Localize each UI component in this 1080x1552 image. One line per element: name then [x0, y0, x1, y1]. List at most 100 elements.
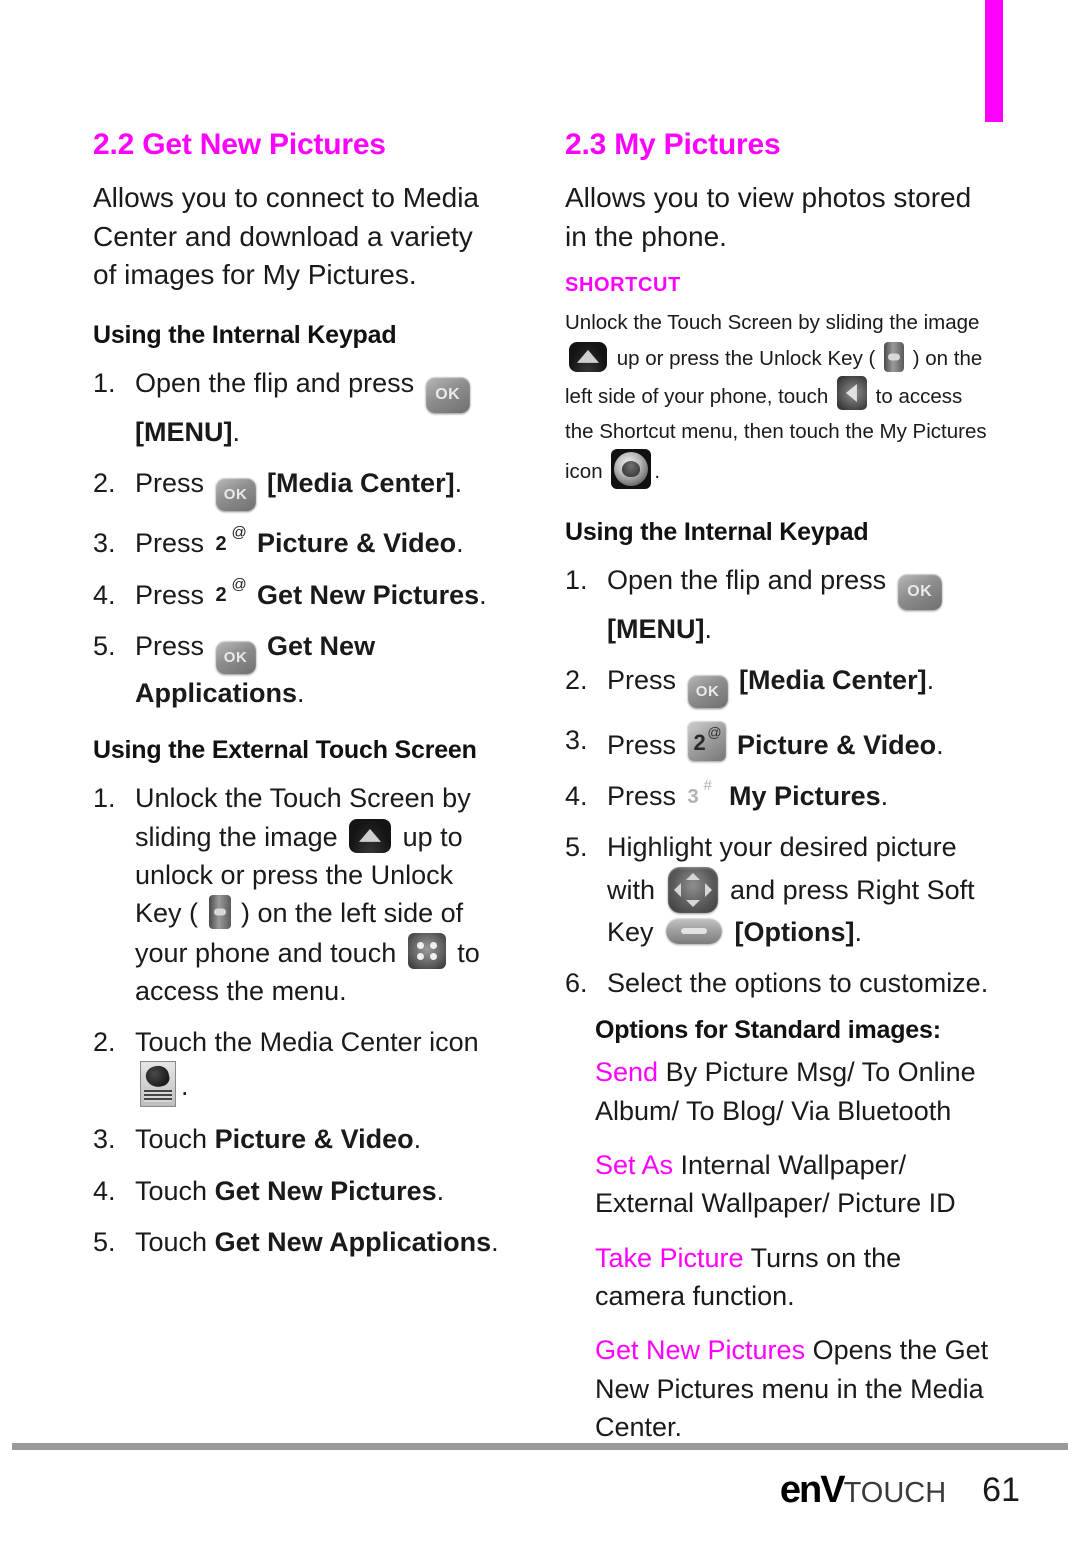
- unlock-key-icon: [208, 895, 231, 930]
- step-text: Press: [135, 528, 212, 559]
- option-item: Send By Picture Msg/ To Online Album/ To…: [565, 1053, 990, 1130]
- step-text: Touch: [135, 1175, 215, 1206]
- step-number: 3.: [93, 528, 116, 559]
- shortcut-text: .: [654, 460, 661, 484]
- subheading-external-touch-screen: Using the External Touch Screen: [93, 736, 477, 765]
- shortcut-paragraph: Unlock the Touch Screen by sliding the i…: [565, 305, 990, 490]
- step-text: Press: [607, 729, 684, 760]
- step-number: 1.: [93, 367, 116, 398]
- step-gap: [732, 665, 740, 695]
- step-item: 5. Press OK Get New Applications.: [93, 627, 501, 712]
- option-key: Get New Pictures: [595, 1335, 806, 1366]
- step-tail: .: [479, 579, 487, 610]
- step-number: 6.: [565, 968, 588, 999]
- step-item: 3. Touch Picture & Video.: [93, 1120, 501, 1158]
- step-tail: .: [854, 916, 863, 947]
- step-tail: .: [704, 613, 712, 644]
- step-bold-text: [MENU]: [135, 416, 233, 447]
- step-number: 5.: [565, 832, 588, 863]
- step-gap: [250, 528, 258, 558]
- page-footer: enV TOUCH 61: [0, 1460, 1080, 1520]
- step-tail: .: [413, 1124, 422, 1155]
- logo-env-text: enV: [779, 1468, 846, 1511]
- step-bold-text: Picture & Video: [737, 729, 937, 760]
- step-item: 2. Press OK [Media Center].: [565, 661, 990, 708]
- step-number: 2.: [565, 664, 588, 695]
- intro-paragraph-2-3: Allows you to view photos stored in the …: [565, 182, 972, 252]
- step-item: 3. Press 2 @ Picture & Video.: [93, 524, 501, 562]
- footer-divider: [12, 1443, 1068, 1450]
- right-column: 2.3 My Pictures Allows you to view photo…: [565, 128, 990, 1462]
- step-bold-text: Get New Applications: [214, 1227, 492, 1258]
- shortcut-text: up or press the Unlock Key (: [611, 346, 882, 370]
- key-2-at-icon: 2 @: [687, 720, 726, 761]
- soft-key-icon: [666, 917, 723, 944]
- env-touch-logo: enV TOUCH: [780, 1469, 946, 1512]
- step-number: 2.: [93, 1027, 116, 1058]
- step-gap: [730, 730, 738, 760]
- step-number: 1.: [93, 783, 116, 814]
- menu-dots-icon: [407, 932, 446, 969]
- step-item: 3. Press 2 @ Picture & Video.: [565, 720, 990, 764]
- step-item: 4. Touch Get New Pictures.: [93, 1172, 501, 1210]
- step-gap: [260, 631, 268, 661]
- step-bold-text: My Pictures: [729, 781, 881, 812]
- ok-key-icon: OK: [897, 573, 942, 610]
- step-text: Press: [607, 781, 684, 812]
- step-number: 4.: [565, 781, 588, 812]
- step-item: 1. Open the flip and press OK [MENU].: [93, 364, 501, 451]
- ok-key-icon: OK: [215, 478, 256, 512]
- step-gap: [250, 580, 258, 610]
- key-3-hash-icon: 3 #: [687, 777, 712, 808]
- step-text: .: [181, 1071, 189, 1102]
- my-pictures-icon: [611, 449, 652, 490]
- step-text: Press: [135, 579, 212, 610]
- step-tail: .: [454, 468, 463, 499]
- step-bold-text: Picture & Video: [257, 528, 457, 559]
- option-key: Send: [595, 1057, 659, 1088]
- ok-key-icon: OK: [425, 376, 470, 413]
- step-tail: .: [436, 1175, 445, 1206]
- step-bold-text: [Media Center]: [739, 664, 927, 695]
- step-number: 4.: [93, 1175, 116, 1206]
- options-heading: Options for Standard images:: [595, 1016, 941, 1045]
- step-tail: .: [880, 781, 889, 812]
- step-number: 1.: [565, 564, 588, 595]
- step-text: Touch the Media Center icon: [135, 1027, 479, 1058]
- step-number: 2.: [93, 468, 116, 499]
- chapter-edge-tab: [985, 0, 1003, 122]
- step-bold-text: Picture & Video: [214, 1124, 414, 1155]
- step-number: 3.: [93, 1124, 116, 1155]
- option-key: Set As: [595, 1150, 674, 1181]
- step-text: Touch: [135, 1227, 215, 1258]
- nav-key-icon: [667, 866, 718, 913]
- step-item: 5. Touch Get New Applications.: [93, 1223, 501, 1261]
- step-bold-text: [MENU]: [607, 613, 705, 644]
- option-item: Take Picture Turns on the camera functio…: [565, 1239, 990, 1316]
- step-text: Select the options to customize.: [607, 968, 989, 999]
- left-column: 2.2 Get New Pictures Allows you to conne…: [93, 128, 501, 1274]
- step-bold-text: Get New Pictures: [214, 1175, 437, 1206]
- media-center-icon: [140, 1061, 176, 1108]
- page-title-2-2: 2.2 Get New Pictures: [93, 128, 386, 161]
- step-text: Press: [135, 630, 212, 661]
- ok-key-icon: OK: [215, 640, 256, 674]
- key-2-at-icon: 2 @: [215, 575, 247, 607]
- step-item: 4. Press 2 @ Get New Pictures.: [93, 576, 501, 614]
- step-number: 5.: [93, 1227, 116, 1258]
- step-bold-text: [Media Center]: [267, 468, 455, 499]
- step-gap: [260, 468, 268, 498]
- step-item: 6. Select the options to customize.: [565, 964, 990, 1002]
- manual-page: 2.2 Get New Pictures Allows you to conne…: [0, 0, 1080, 1552]
- step-tail: .: [232, 416, 240, 447]
- step-bold-text: [Options]: [734, 916, 855, 947]
- step-item: 5. Highlight your desired picture with an…: [565, 828, 990, 951]
- step-tail: .: [936, 729, 944, 760]
- internal-keypad-steps-right: 1. Open the flip and press OK [MENU]. 2. Pr…: [565, 561, 990, 1003]
- shortcut-arrow-icon: [836, 375, 867, 410]
- options-list: Send By Picture Msg/ To Online Album/ To…: [565, 1053, 990, 1446]
- step-item: 2. Press OK [Media Center].: [93, 464, 501, 512]
- step-text: Touch: [135, 1124, 215, 1155]
- step-text: Open the flip and press: [135, 367, 422, 398]
- shortcut-label: SHORTCUT: [565, 274, 681, 297]
